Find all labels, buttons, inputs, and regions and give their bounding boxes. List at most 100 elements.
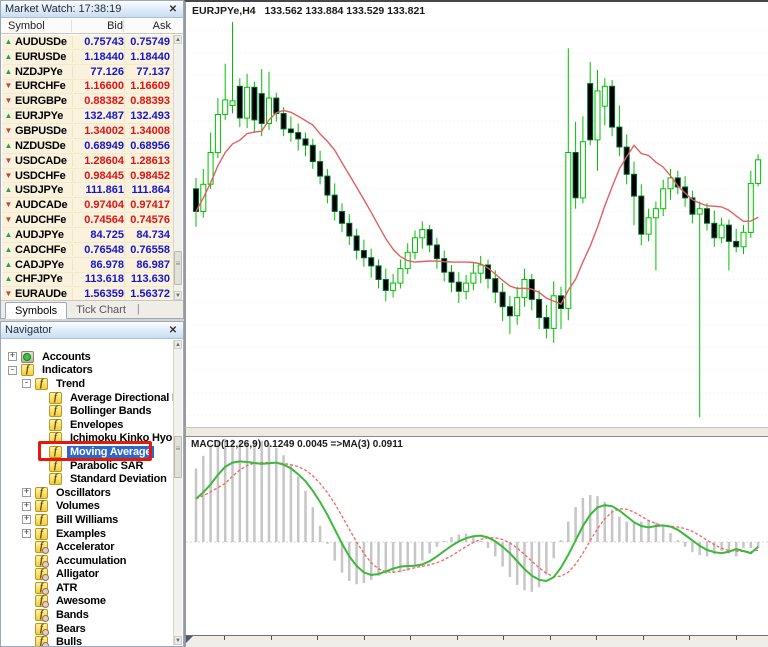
time-axis[interactable] (184, 635, 768, 647)
macd-header: MACD(12,26,9) 0.1249 0.0045 =>MA(3) 0.09… (191, 439, 403, 450)
candlestick-chart[interactable] (186, 2, 768, 429)
tree-item-standard-deviation[interactable]: f Standard Deviation (2, 472, 173, 486)
tree-item-bill-williams[interactable]: + f Bill Williams (2, 513, 173, 527)
tree-item-label[interactable]: Moving Average (67, 445, 155, 458)
tree-item-label[interactable]: Accumulation (53, 555, 129, 567)
table-row-AUDJPYe[interactable]: ▲ AUDJPYe 84.725 84.734 (2, 228, 182, 243)
tree-item-label[interactable]: Oscillators (53, 487, 114, 499)
bid-value: 84.725 (72, 228, 124, 241)
scroll-down-icon[interactable]: ▼ (174, 636, 182, 645)
tree-item-accounts[interactable]: + Accounts (2, 350, 173, 364)
collapse-icon[interactable]: - (8, 365, 17, 375)
expand-icon[interactable]: + (22, 488, 31, 498)
tab-symbols[interactable]: Symbols (5, 302, 68, 319)
table-row-USDJPYe[interactable]: ▲ USDJPYe 111.861 111.864 (2, 183, 182, 199)
market-watch-titlebar[interactable]: Market Watch: 17:38:19 ✕ (1, 1, 183, 18)
tree-item-bulls[interactable]: f Bulls (2, 635, 173, 646)
tree-item-label[interactable]: Accounts (39, 351, 94, 363)
tree-item-label[interactable]: Bill Williams (53, 514, 121, 526)
tree-item-moving-average[interactable]: f Moving Average (2, 441, 173, 462)
table-row-USDCADe[interactable]: ▼ USDCADe 1.28604 1.28613 (2, 154, 182, 169)
expand-icon[interactable]: + (8, 352, 17, 362)
tree-item-label[interactable]: Bears (53, 623, 89, 635)
tree-item-label[interactable]: Bulls (53, 636, 85, 646)
expand-icon[interactable]: + (22, 501, 31, 511)
tree-item-label[interactable]: Examples (53, 528, 109, 540)
table-row-CADCHFe[interactable]: ▲ CADCHFe 0.76548 0.76558 (2, 243, 182, 258)
tree-item-bands[interactable]: f Bands (2, 608, 173, 623)
pane-splitter[interactable] (184, 427, 768, 437)
tree-item-label[interactable]: Alligator (53, 568, 102, 580)
table-row-EURCHFe[interactable]: ▼ EURCHFe 1.16600 1.16609 (2, 80, 182, 95)
tree-item-label[interactable]: Indicators (39, 364, 96, 376)
close-icon[interactable]: ✕ (167, 325, 179, 336)
tree-item-bollinger-bands[interactable]: f Bollinger Bands (2, 404, 173, 418)
indicator-f-icon: f (35, 486, 48, 499)
price-up-icon: ▲ (4, 36, 13, 46)
table-row-EURGBPe[interactable]: ▼ EURGBPe 0.88382 0.88393 (2, 94, 182, 110)
scroll-down-icon[interactable]: ▼ (174, 291, 182, 300)
tree-item-alligator[interactable]: f Alligator (2, 568, 173, 582)
price-up-icon: ▲ (4, 244, 13, 254)
tree-item-label[interactable]: Ichimoku Kinko Hyo (67, 432, 173, 444)
tree-item-trend[interactable]: - f Trend (2, 377, 173, 391)
table-row-GBPUSDe[interactable]: ▼ GBPUSDe 1.34002 1.34008 (2, 124, 182, 139)
tree-item-label[interactable]: Average Directional Mover (67, 392, 173, 404)
table-row-EURUSDe[interactable]: ▲ EURUSDe 1.18440 1.18440 (2, 50, 182, 65)
tree-item-label[interactable]: Bollinger Bands (67, 405, 154, 417)
column-header-bid[interactable]: Bid (71, 19, 123, 32)
table-row-CHFJPYe[interactable]: ▲ CHFJPYe 113.618 113.630 (2, 273, 182, 288)
tree-item-accelerator[interactable]: f Accelerator (2, 540, 173, 555)
collapse-icon[interactable]: - (22, 379, 31, 389)
tree-item-average-directional-mover[interactable]: f Average Directional Mover (2, 391, 173, 405)
table-row-AUDCHFe[interactable]: ▼ AUDCHFe 0.74564 0.74576 (2, 213, 182, 228)
table-row-EURJPYe[interactable]: ▲ EURJPYe 132.487 132.493 (2, 109, 182, 125)
tree-item-oscillators[interactable]: + f Oscillators (2, 486, 173, 500)
table-row-CADJPYe[interactable]: ▲ CADJPYe 86.978 86.987 (2, 258, 182, 273)
table-row-AUDUSDe[interactable]: ▲ AUDUSDe 0.75743 0.75749 (2, 35, 182, 50)
tree-item-label[interactable]: Trend (53, 378, 88, 390)
scrollbar-thumb[interactable] (174, 436, 182, 478)
tree-item-label[interactable]: Standard Deviation (67, 473, 170, 485)
tree-item-bears[interactable]: f Bears (2, 622, 173, 636)
tab-tick-chart[interactable]: Tick Chart (67, 302, 135, 318)
navigator-titlebar[interactable]: Navigator ✕ (1, 322, 183, 339)
scroll-up-icon[interactable]: ▲ (174, 340, 182, 349)
tree-item-awesome[interactable]: f Awesome (2, 595, 173, 609)
scroll-up-icon[interactable]: ▲ (174, 35, 182, 44)
close-icon[interactable]: ✕ (167, 4, 179, 15)
tree-item-parabolic-sar[interactable]: f Parabolic SAR (2, 459, 173, 473)
tree-item-label[interactable]: Parabolic SAR (67, 460, 146, 472)
market-watch-column-headers[interactable]: Symbol Bid Ask (1, 18, 183, 34)
market-watch-scrollbar[interactable]: ▲ ▼ (173, 35, 182, 300)
expand-icon[interactable]: + (22, 515, 31, 525)
price-chart-pane[interactable]: EURJPYe,H4 133.562 133.884 133.529 133.8… (184, 0, 768, 427)
tree-item-atr[interactable]: f ATR (2, 581, 173, 595)
navigator-scrollbar[interactable]: ▲ ▼ (173, 340, 182, 645)
column-header-symbol[interactable]: Symbol (1, 20, 71, 32)
tree-item-label[interactable]: Awesome (53, 595, 109, 607)
tree-item-accumulation[interactable]: f Accumulation (2, 554, 173, 568)
column-header-ask[interactable]: Ask (123, 19, 183, 32)
table-row-USDCHFe[interactable]: ▼ USDCHFe 0.98445 0.98452 (2, 169, 182, 184)
bid-value: 111.861 (72, 184, 124, 197)
table-row-AUDCADe[interactable]: ▼ AUDCADe 0.97404 0.97417 (2, 198, 182, 214)
expand-icon[interactable]: + (22, 529, 31, 539)
tree-item-ichimoku-kinko-hyo[interactable]: f Ichimoku Kinko Hyo (2, 432, 173, 446)
tree-item-label[interactable]: Envelopes (67, 419, 126, 431)
tree-item-envelopes[interactable]: f Envelopes (2, 418, 173, 432)
table-row-NZDUSDe[interactable]: ▲ NZDUSDe 0.68949 0.68956 (2, 139, 182, 154)
table-row-EURAUDe[interactable]: ▼ EURAUDe 1.56359 1.56372 (2, 287, 182, 300)
tree-item-label[interactable]: Bands (53, 609, 92, 621)
table-row-NZDJPYe[interactable]: ▲ NZDJPYe 77.126 77.137 (2, 65, 182, 80)
tree-item-indicators[interactable]: - f Indicators (2, 364, 173, 378)
tree-item-label[interactable]: ATR (53, 582, 80, 594)
macd-chart[interactable] (186, 437, 768, 635)
macd-indicator-pane[interactable]: MACD(12,26,9) 0.1249 0.0045 =>MA(3) 0.09… (184, 437, 768, 635)
tree-item-label[interactable]: Accelerator (53, 541, 117, 553)
indicator-f-icon: f (49, 432, 62, 445)
tree-item-volumes[interactable]: + f Volumes (2, 500, 173, 514)
tree-item-examples[interactable]: + f Examples (2, 527, 173, 541)
scrollbar-thumb[interactable] (174, 251, 182, 285)
tree-item-label[interactable]: Volumes (53, 500, 103, 512)
